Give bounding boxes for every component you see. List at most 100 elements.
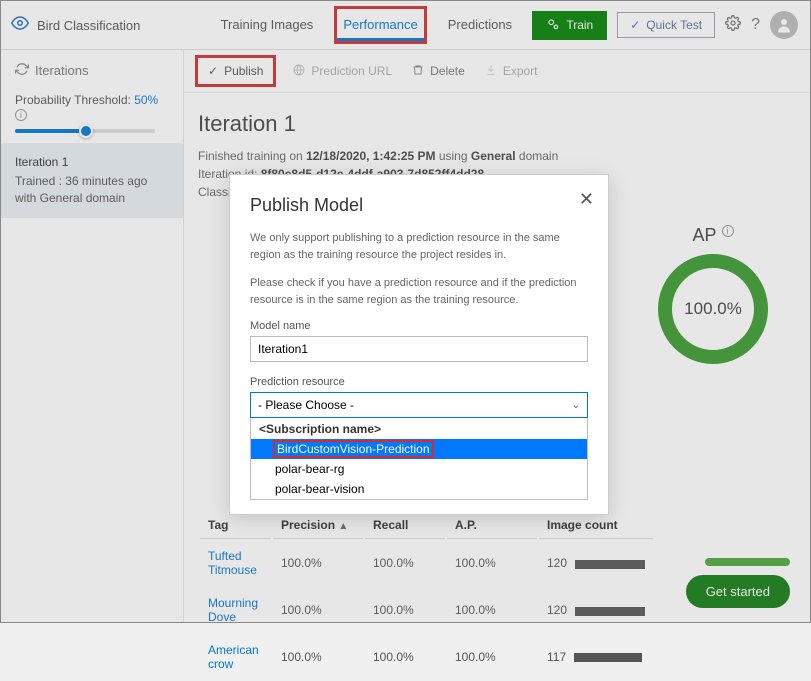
chevron-down-icon: ⌄ xyxy=(572,400,580,411)
check-icon: ✓ xyxy=(208,64,218,78)
cell-precision: 100.0% xyxy=(273,635,363,680)
get-started-button[interactable]: Get started xyxy=(686,575,790,608)
progress-segment xyxy=(705,558,790,566)
ap-metric: AP i 100.0% xyxy=(658,225,768,364)
th-precision[interactable]: Precision ▲ xyxy=(273,512,363,539)
tab-performance[interactable]: Performance xyxy=(337,9,423,41)
cell-count: 117 xyxy=(539,635,653,680)
trash-icon xyxy=(412,64,424,79)
cell-precision: 100.0% xyxy=(273,588,363,633)
finished-line: Finished training on 12/18/2020, 1:42:25… xyxy=(198,147,796,165)
publish-label: Publish xyxy=(224,64,263,78)
sort-asc-icon: ▲ xyxy=(338,521,348,532)
finished-date: 12/18/2020, 1:42:25 PM xyxy=(306,149,435,163)
ap-value: 100.0% xyxy=(684,299,742,319)
export-button[interactable]: Export xyxy=(485,64,538,79)
th-precision-label: Precision xyxy=(281,518,335,532)
threshold-slider[interactable] xyxy=(15,129,155,133)
gears-icon xyxy=(546,17,560,34)
dialog-title: Publish Model xyxy=(250,195,588,216)
domain-name: General xyxy=(471,149,516,163)
prediction-resource-label: Prediction resource xyxy=(250,376,588,388)
prediction-resource-select[interactable]: - Please Choose - ⌄ xyxy=(250,392,588,418)
cell-count: 120 xyxy=(539,588,653,633)
count-value: 117 xyxy=(547,650,566,664)
cell-ap: 100.0% xyxy=(447,588,537,633)
cell-count: 120 xyxy=(539,541,653,586)
delete-label: Delete xyxy=(430,64,465,78)
iterations-header[interactable]: Iterations xyxy=(1,50,183,87)
publish-model-dialog: ✕ Publish Model We only support publishi… xyxy=(229,174,609,515)
th-image-count[interactable]: Image count xyxy=(539,512,653,539)
prob-threshold-label: Probability Threshold: xyxy=(15,93,131,107)
prediction-resource-dropdown: <Subscription name> BirdCustomVision-Pre… xyxy=(250,418,588,500)
ap-label: AP xyxy=(692,225,716,246)
quick-test-button[interactable]: ✓ Quick Test xyxy=(617,12,715,38)
refresh-icon xyxy=(15,62,29,79)
info-icon[interactable]: i xyxy=(722,225,734,237)
performance-table: Tag Precision ▲ Recall A.P. Image count … xyxy=(198,510,655,681)
tab-training-images[interactable]: Training Images xyxy=(215,9,320,41)
prob-threshold-value: 50% xyxy=(134,93,158,107)
tag-link[interactable]: Mourning Dove xyxy=(208,596,263,625)
th-ap[interactable]: A.P. xyxy=(447,512,537,539)
finished-prefix: Finished training on xyxy=(198,149,306,163)
table-header-row: Tag Precision ▲ Recall A.P. Image count xyxy=(200,512,653,539)
sidebar: Iterations Probability Threshold: 50% i … xyxy=(1,50,184,622)
slider-thumb[interactable] xyxy=(79,124,93,138)
option-label: BirdCustomVision-Prediction xyxy=(275,442,432,456)
info-icon[interactable]: i xyxy=(15,109,27,121)
th-tag[interactable]: Tag xyxy=(200,512,271,539)
dialog-text-1: We only support publishing to a predicti… xyxy=(250,230,588,263)
tag-link[interactable]: American crow xyxy=(208,643,263,672)
table-row: American crow 100.0% 100.0% 100.0% 117 xyxy=(200,635,653,680)
finished-suffix: using xyxy=(436,149,471,163)
close-icon[interactable]: ✕ xyxy=(579,189,594,210)
delete-button[interactable]: Delete xyxy=(412,64,465,79)
prediction-url-label: Prediction URL xyxy=(311,64,392,78)
globe-icon xyxy=(293,64,305,79)
iteration-toolbar: ✓ Publish Prediction URL Delete Export xyxy=(184,50,810,93)
table-row: Mourning Dove 100.0% 100.0% 100.0% 120 xyxy=(200,588,653,633)
user-avatar[interactable] xyxy=(770,11,798,39)
help-icon[interactable]: ? xyxy=(751,16,760,34)
project-name: Bird Classification xyxy=(37,18,140,33)
cell-recall: 100.0% xyxy=(365,541,445,586)
quick-test-label: Quick Test xyxy=(646,18,702,32)
prediction-url-button[interactable]: Prediction URL xyxy=(293,64,392,79)
dropdown-option[interactable]: polar-bear-rg xyxy=(251,459,587,479)
nav-tabs: Training Images Performance Predictions xyxy=(200,9,532,41)
cell-ap: 100.0% xyxy=(447,541,537,586)
iteration-item-title: Iteration 1 xyxy=(15,154,169,171)
settings-gear-icon[interactable] xyxy=(725,15,741,35)
slider-fill xyxy=(15,129,85,133)
cell-ap: 100.0% xyxy=(447,635,537,680)
cell-precision: 100.0% xyxy=(273,541,363,586)
iteration-item-subtitle: Trained : 36 minutes ago with General do… xyxy=(15,173,169,207)
iteration-heading: Iteration 1 xyxy=(184,93,810,147)
count-bar xyxy=(575,560,645,569)
tab-predictions[interactable]: Predictions xyxy=(442,9,518,41)
count-value: 120 xyxy=(547,556,567,570)
top-bar: Bird Classification Training Images Perf… xyxy=(1,1,810,50)
table-row: Tufted Titmouse 100.0% 100.0% 100.0% 120 xyxy=(200,541,653,586)
th-recall[interactable]: Recall xyxy=(365,512,445,539)
train-label: Train xyxy=(566,18,593,32)
ap-circle: 100.0% xyxy=(658,254,768,364)
check-icon: ✓ xyxy=(630,18,640,32)
sidebar-iteration-item[interactable]: Iteration 1 Trained : 36 minutes ago wit… xyxy=(1,143,183,218)
logo-eye-icon xyxy=(11,14,29,37)
dropdown-option-selected[interactable]: BirdCustomVision-Prediction xyxy=(251,439,587,459)
iterations-label: Iterations xyxy=(35,63,88,78)
train-button[interactable]: Train xyxy=(532,11,607,40)
topbar-actions: Train ✓ Quick Test ? xyxy=(532,11,798,40)
model-name-input[interactable] xyxy=(250,336,588,362)
dialog-text-2: Please check if you have a prediction re… xyxy=(250,275,588,308)
dropdown-option[interactable]: polar-bear-vision xyxy=(251,479,587,499)
publish-button[interactable]: ✓ Publish xyxy=(198,58,273,84)
count-bar xyxy=(575,607,645,616)
dropdown-group-label: <Subscription name> xyxy=(251,418,587,439)
tag-link[interactable]: Tufted Titmouse xyxy=(208,549,263,578)
probability-threshold: Probability Threshold: 50% i xyxy=(1,87,183,143)
model-name-label: Model name xyxy=(250,320,588,332)
